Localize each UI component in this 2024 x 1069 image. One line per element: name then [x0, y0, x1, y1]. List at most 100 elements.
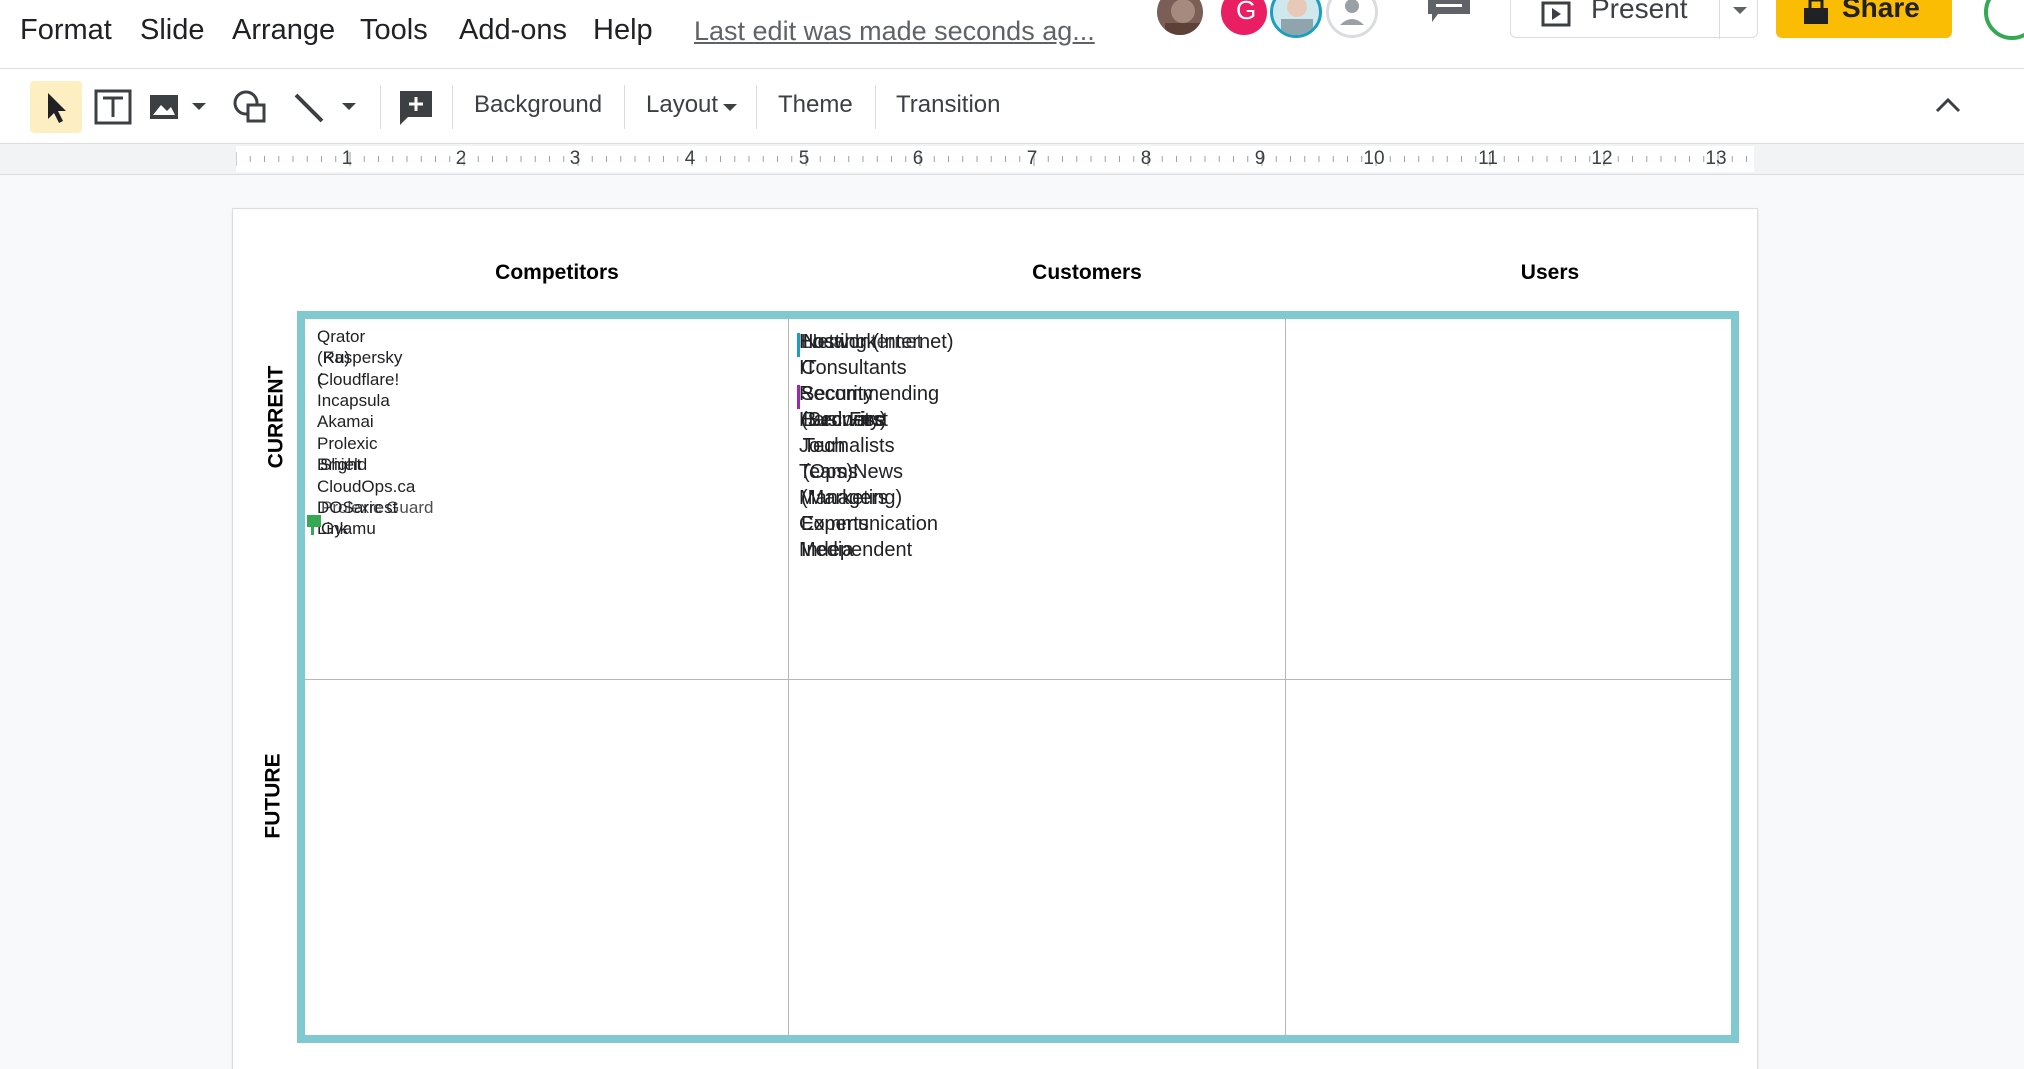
transition-button[interactable]: Transition [896, 91, 1000, 119]
toolbar: Background Layout Theme Transition [0, 69, 2024, 144]
present-button[interactable]: Present [1510, 0, 1758, 39]
cell-text-line: Incapsula [317, 391, 390, 410]
cell-users-future[interactable] [1286, 680, 1732, 1035]
text-box-button[interactable] [88, 81, 140, 133]
cell-text-line: Tech [803, 435, 846, 457]
cell-text-line: Shield [320, 455, 368, 474]
ruler-number: 5 [798, 148, 810, 169]
cell-text-line: (Marketing) [801, 487, 903, 509]
cell-customers-current[interactable]: Svetlana Shvyrenus Hosting (Internet) Ne… [789, 319, 1285, 679]
cell-text-line: Prolexic Guard [321, 498, 434, 517]
shape-button[interactable] [224, 81, 276, 133]
cell-users-current[interactable] [1286, 319, 1732, 679]
lock-icon [1804, 0, 1828, 24]
collaborator-avatar[interactable] [1270, 0, 1322, 38]
collaborator-cursor [797, 333, 800, 357]
cell-text-line: Akamai [317, 412, 374, 431]
ruler-strip: 1 2 3 4 5 6 7 8 9 10 11 12 13 [236, 146, 1754, 172]
cell-text-line: Qrator [317, 327, 366, 346]
ruler-number: 4 [684, 148, 696, 169]
menu-slide[interactable]: Slide [140, 14, 205, 47]
ruler-number: 2 [455, 148, 467, 169]
cell-customers-future[interactable] [789, 680, 1285, 1035]
cell-text-line: Kaspersky [323, 348, 403, 367]
ruler-number: 7 [1026, 148, 1038, 169]
menu-format[interactable]: Format [20, 14, 112, 47]
cell-text-line: Gyamu [321, 519, 376, 538]
cell-text-line: Experts [801, 513, 869, 535]
matrix-table[interactable]: Qrator (Ru) Kaspersky Cloudflare! ( Inca… [297, 311, 1739, 1043]
toolbar-separator [452, 85, 453, 129]
chevron-up-icon[interactable] [1934, 95, 1962, 115]
chevron-down-icon[interactable] [722, 103, 738, 113]
collaborator-avatar[interactable]: G [1218, 0, 1270, 38]
ruler-number: 8 [1140, 148, 1152, 169]
last-edit-link[interactable]: Last edit was made seconds ag... [694, 16, 1095, 47]
row-header-current: CURRENT [264, 365, 288, 469]
layout-button[interactable]: Layout [646, 91, 718, 119]
cell-text-line: Cloudflare! [317, 370, 400, 389]
comment-icon[interactable] [1428, 0, 1470, 22]
cell-competitors-current[interactable]: Qrator (Ru) Kaspersky Cloudflare! ( Inca… [305, 319, 788, 679]
column-header-customers: Customers [1032, 261, 1142, 284]
menu-tools[interactable]: Tools [360, 14, 428, 47]
avatar-photo-icon [1165, 0, 1201, 35]
toolbar-separator [624, 85, 625, 129]
select-tool-button[interactable] [30, 81, 82, 133]
menu-help[interactable]: Help [593, 14, 653, 47]
cell-text-line: Prolexic [317, 434, 378, 453]
collaborator-avatar[interactable] [1154, 0, 1206, 38]
cell-text-line: (Ops) [803, 461, 853, 483]
ruler-number: 10 [1363, 148, 1385, 169]
present-label: Present [1591, 0, 1688, 24]
chevron-down-icon[interactable] [1731, 5, 1749, 17]
horizontal-ruler[interactable]: 1 2 3 4 5 6 7 8 9 10 11 12 13 [0, 144, 2024, 175]
cell-text-line: News [853, 461, 904, 483]
ruler-number: 9 [1254, 148, 1266, 169]
cell-text-line: Local Internet [801, 331, 923, 353]
slide-canvas[interactable]: Competitors Customers Users CURRENT FUTU… [233, 209, 1757, 1069]
column-header-competitors: Competitors [495, 261, 619, 284]
share-label: Share [1842, 0, 1920, 23]
row-header-future: FUTURE [261, 753, 285, 839]
theme-button[interactable]: Theme [778, 91, 853, 119]
menu-add-ons[interactable]: Add-ons [459, 14, 567, 47]
ruler-number: 11 [1478, 148, 1498, 169]
share-button[interactable]: Share [1776, 0, 1952, 38]
toolbar-separator [756, 85, 757, 129]
insert-image-button[interactable] [144, 81, 214, 133]
account-avatar[interactable] [1984, 0, 2024, 40]
person-icon [1340, 0, 1364, 25]
ruler-number: 13 [1705, 148, 1727, 169]
image-icon [150, 95, 206, 119]
column-header-users: Users [1520, 261, 1580, 284]
avatar-photo-icon [1281, 0, 1313, 35]
toolbar-separator [875, 85, 876, 129]
cell-text-line: Consultants [801, 357, 907, 379]
menu-bar: Format Slide Arrange Tools Add-ons Help … [0, 0, 2024, 69]
ruler-number: 1 [341, 148, 353, 169]
cursor-arrow-icon [48, 93, 66, 123]
add-comment-button[interactable] [390, 81, 442, 133]
text-box-icon [94, 89, 132, 125]
toolbar-separator [380, 85, 381, 129]
present-icon [1541, 1, 1571, 27]
ruler-number: 3 [569, 148, 581, 169]
ruler-number: 6 [912, 148, 924, 169]
avatar-initial: G [1236, 0, 1257, 25]
line-icon [294, 93, 356, 123]
add-comment-icon [400, 91, 432, 125]
anonymous-avatar[interactable] [1326, 0, 1378, 38]
collaborator-cursor [797, 385, 800, 409]
ruler-number: 12 [1591, 148, 1613, 169]
present-divider [1719, 0, 1720, 39]
cell-text-line: CloudOps.ca [317, 477, 416, 496]
cell-competitors-future[interactable] [305, 680, 788, 1035]
cell-text-line: Independent [801, 539, 913, 561]
cell-text-line: ( [317, 370, 323, 389]
background-button[interactable]: Background [474, 91, 602, 119]
line-button[interactable] [284, 81, 364, 133]
menu-arrange[interactable]: Arrange [232, 14, 335, 47]
collaborator-cursor-icon [307, 515, 321, 535]
cell-text-line: First [849, 409, 888, 431]
